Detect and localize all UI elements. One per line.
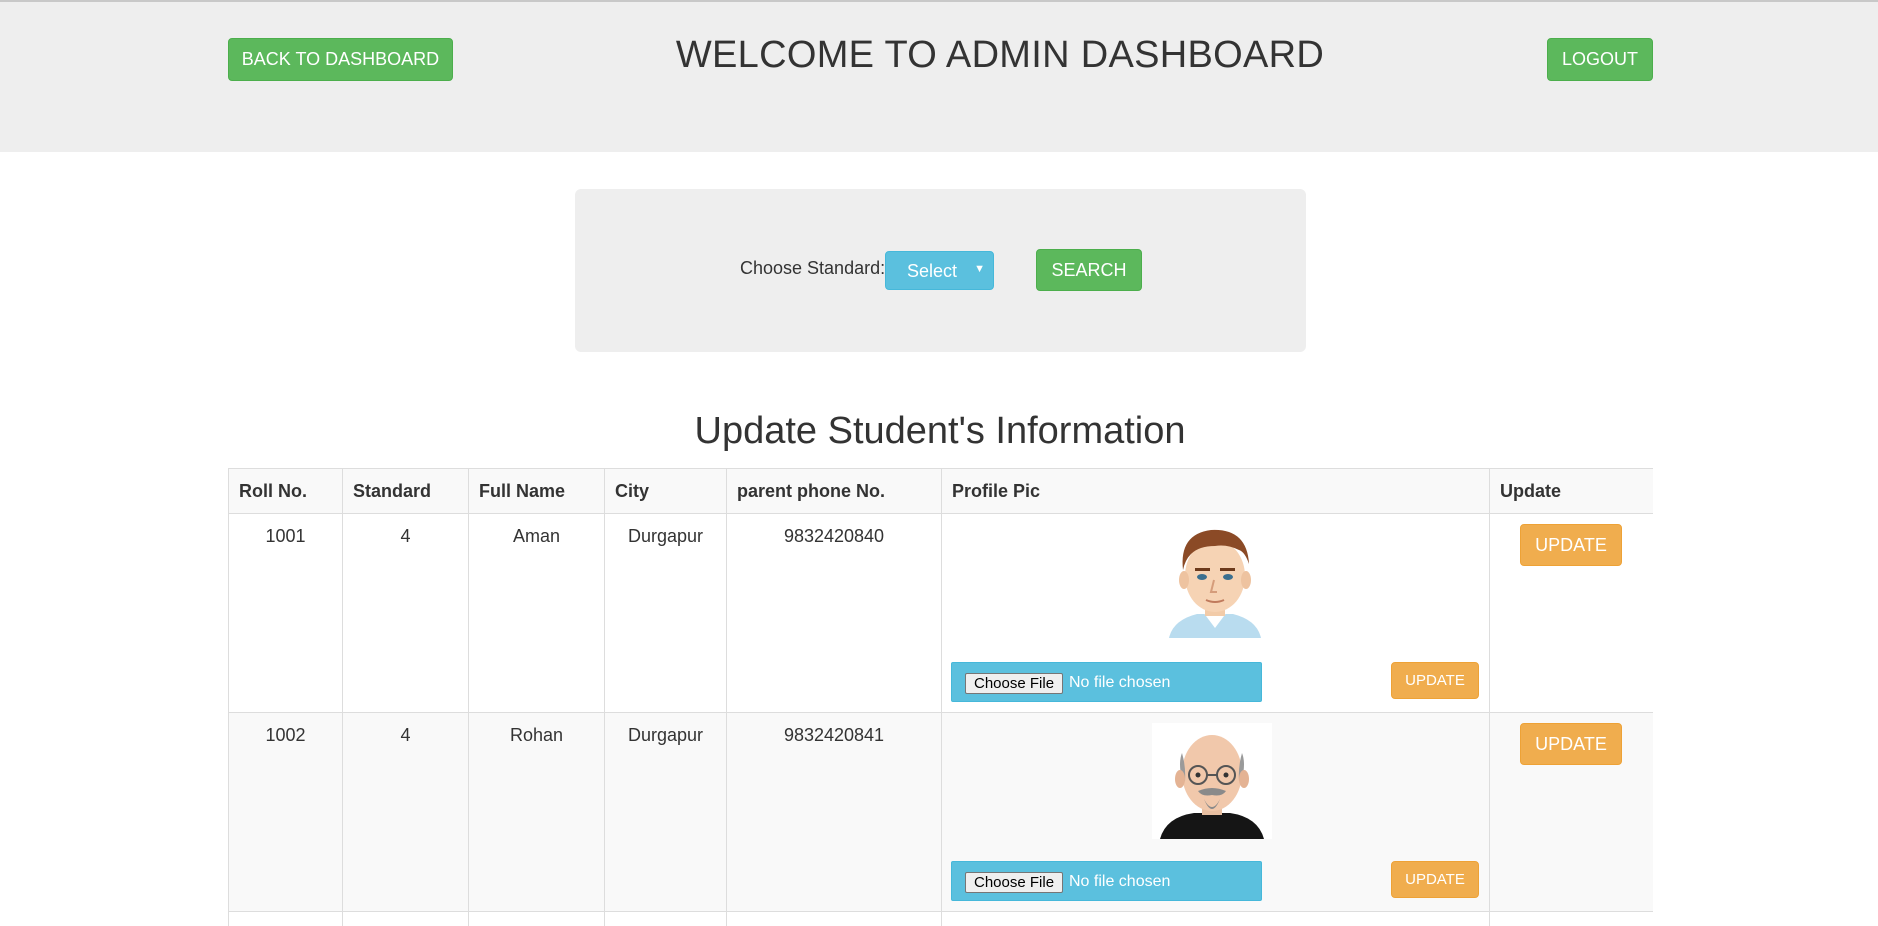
students-table: Roll No. Standard Full Name City parent … bbox=[228, 468, 1653, 926]
col-header-profile-pic: Profile Pic bbox=[941, 468, 1490, 514]
cell-city bbox=[604, 911, 727, 926]
col-header-city: City bbox=[604, 468, 727, 514]
update-row-button[interactable]: UPDATE bbox=[1520, 723, 1622, 765]
table-row bbox=[228, 911, 1653, 926]
cell-roll: 1001 bbox=[228, 513, 343, 713]
col-header-roll: Roll No. bbox=[228, 468, 343, 514]
cell-update bbox=[1489, 911, 1653, 926]
cell-name bbox=[468, 911, 605, 926]
standard-select[interactable]: Select ▼ bbox=[885, 251, 994, 290]
back-to-dashboard-button[interactable]: BACK TO DASHBOARD bbox=[228, 38, 453, 81]
cell-name: Rohan bbox=[468, 712, 605, 912]
cell-profile-pic bbox=[941, 911, 1490, 926]
choose-file-button[interactable]: Choose File bbox=[965, 673, 1064, 694]
col-header-phone: parent phone No. bbox=[726, 468, 942, 514]
table-row: 1001 4 Aman Durgapur 9832420840 Choose F… bbox=[228, 513, 1653, 713]
col-header-name: Full Name bbox=[468, 468, 605, 514]
cell-roll bbox=[228, 911, 343, 926]
cell-update: UPDATE bbox=[1489, 712, 1653, 912]
cell-standard bbox=[342, 911, 469, 926]
cell-phone: 9832420840 bbox=[726, 513, 942, 713]
dropdown-arrow-icon: ▼ bbox=[974, 263, 985, 275]
profile-avatar-image bbox=[1152, 723, 1272, 839]
cell-profile-pic: Choose File No file chosen UPDATE bbox=[941, 513, 1490, 713]
page-title: WELCOME TO ADMIN DASHBOARD bbox=[675, 34, 1325, 76]
cell-phone bbox=[726, 911, 942, 926]
section-title: Update Student's Information bbox=[694, 410, 1186, 452]
cell-update: UPDATE bbox=[1489, 513, 1653, 713]
choose-file-button[interactable]: Choose File bbox=[965, 872, 1064, 893]
update-row-button[interactable]: UPDATE bbox=[1520, 524, 1622, 566]
col-header-standard: Standard bbox=[342, 468, 469, 514]
cell-profile-pic: Choose File No file chosen UPDATE bbox=[941, 712, 1490, 912]
file-status-text: No file chosen bbox=[1069, 873, 1171, 890]
cell-standard: 4 bbox=[342, 513, 469, 713]
cell-roll: 1002 bbox=[228, 712, 343, 912]
cell-name: Aman bbox=[468, 513, 605, 713]
standard-select-value: Select bbox=[907, 261, 958, 281]
cell-standard: 4 bbox=[342, 712, 469, 912]
logout-button[interactable]: LOGOUT bbox=[1547, 38, 1653, 81]
update-pic-button[interactable]: UPDATE bbox=[1391, 861, 1479, 898]
cell-city: Durgapur bbox=[604, 712, 727, 912]
profile-avatar-image bbox=[1155, 524, 1275, 638]
update-pic-button[interactable]: UPDATE bbox=[1391, 662, 1479, 699]
table-header-row: Roll No. Standard Full Name City parent … bbox=[228, 468, 1653, 514]
cell-city: Durgapur bbox=[604, 513, 727, 713]
file-upload-field[interactable]: Choose File No file chosen bbox=[951, 861, 1262, 901]
search-button[interactable]: SEARCH bbox=[1036, 249, 1142, 291]
cell-phone: 9832420841 bbox=[726, 712, 942, 912]
col-header-update: Update bbox=[1489, 468, 1653, 514]
file-status-text: No file chosen bbox=[1069, 674, 1171, 691]
choose-standard-label: Choose Standard: bbox=[740, 258, 886, 278]
table-row: 1002 4 Rohan Durgapur 9832420841 Choose … bbox=[228, 712, 1653, 912]
file-upload-field[interactable]: Choose File No file chosen bbox=[951, 662, 1262, 702]
